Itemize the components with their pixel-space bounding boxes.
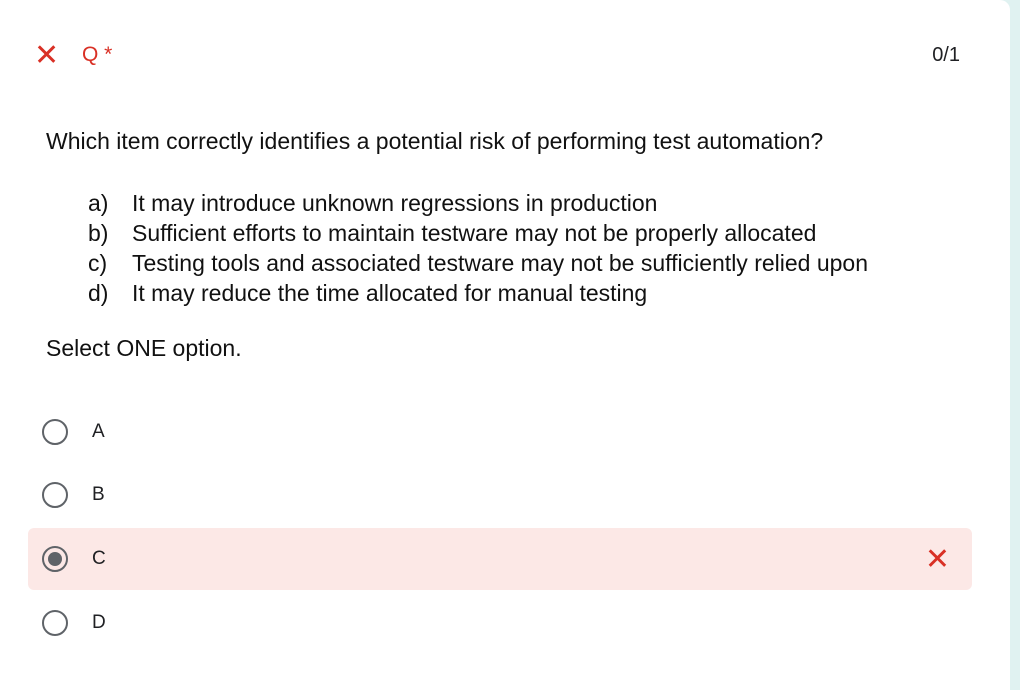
score: 0/1 [932, 43, 960, 66]
radio-button[interactable] [42, 482, 68, 508]
option-text: It may reduce the time allocated for man… [132, 280, 648, 306]
choice-label: B [92, 484, 105, 505]
instruction: Select ONE option. [46, 335, 242, 361]
incorrect-icon: ✕ [924, 542, 950, 576]
option-text: Sufficient efforts to maintain testware … [132, 220, 817, 246]
question-text: Which item correctly identifies a potent… [46, 128, 824, 154]
choice-c[interactable]: C ✕ [28, 528, 972, 590]
choice-d[interactable]: D [28, 592, 972, 654]
question-card: ✕ Q * 0/1 Which item correctly identifie… [0, 0, 1010, 690]
choice-b[interactable]: B [28, 464, 972, 526]
radio-dot [48, 552, 62, 566]
option-item: a) It may introduce unknown regressions i… [88, 188, 868, 218]
option-text: Testing tools and associated testware ma… [132, 250, 868, 276]
choice-label: C [92, 548, 106, 569]
option-item: b) Sufficient efforts to maintain testwar… [88, 218, 868, 248]
option-key: b) [88, 220, 109, 246]
choice-label: D [92, 612, 106, 633]
option-key: c) [88, 250, 108, 276]
radio-button-selected[interactable] [42, 546, 68, 572]
option-key: a) [88, 190, 109, 216]
question-header: ✕ Q * 0/1 [34, 38, 960, 72]
option-item: d) It may reduce the time allocated for m… [88, 278, 868, 308]
question-title: Q * [82, 43, 113, 66]
radio-button[interactable] [42, 419, 68, 445]
option-text: It may introduce unknown regressions in … [132, 190, 658, 216]
radio-button[interactable] [42, 610, 68, 636]
option-key: d) [88, 280, 109, 306]
option-item: c) Testing tools and associated testware … [88, 248, 868, 278]
incorrect-icon: ✕ [34, 38, 60, 72]
option-list: a) It may introduce unknown regressions i… [88, 188, 868, 308]
choice-label: A [92, 421, 105, 442]
choice-a[interactable]: A [28, 401, 972, 463]
